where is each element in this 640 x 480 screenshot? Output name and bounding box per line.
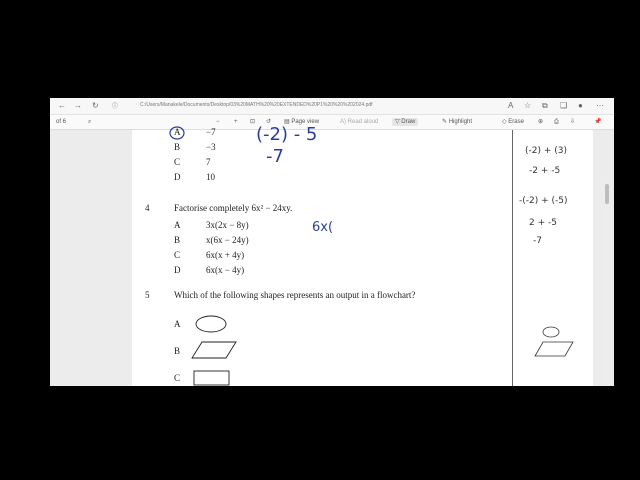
option-letter: C	[174, 373, 181, 383]
parallelogram-shape	[191, 341, 237, 359]
refresh-icon[interactable]: ↻	[92, 101, 99, 111]
option-value: −7	[206, 127, 216, 137]
highlight-button[interactable]: ✎ Highlight	[442, 118, 472, 126]
address-bar: ← → ↻ ⓘ C:/Users/Manakele/Documents/Desk…	[50, 98, 614, 115]
zoom-in-icon[interactable]: +	[234, 118, 238, 126]
option-value: 7	[206, 157, 211, 167]
margin-ink: -(-2) + (-5)	[519, 196, 568, 206]
margin-ink: (-2) + (3)	[525, 146, 568, 156]
option-value: x(6x − 24y)	[206, 235, 249, 245]
option-value: 3x(2x − 8y)	[206, 220, 249, 230]
oval-shape	[195, 315, 227, 333]
answer-circle-mark	[169, 126, 185, 140]
ink-margin-panel[interactable]: (-2) + (3) -2 + -5 -(-2) + (-5) 2 + -5 -…	[512, 130, 593, 386]
question-text: Which of the following shapes represents…	[174, 290, 416, 300]
scrollbar[interactable]	[604, 182, 610, 386]
option-letter: B	[174, 235, 181, 245]
erase-button[interactable]: ◇ Erase	[502, 118, 524, 126]
add-text-icon[interactable]: ⊕	[538, 118, 543, 126]
option-value: −3	[206, 142, 216, 152]
option-letter: A	[174, 220, 181, 230]
save-icon[interactable]: ⇩	[570, 118, 575, 126]
question-text: Factorise completely 6x² − 24xy.	[174, 203, 293, 213]
back-icon[interactable]: ←	[58, 101, 66, 111]
option-letter: A	[174, 319, 181, 329]
margin-ink: 2 + -5	[529, 218, 557, 228]
ink-annotation: 6x(	[312, 220, 334, 235]
option-value: 10	[206, 172, 215, 182]
question-number: 4	[145, 203, 150, 213]
profile-icon[interactable]: ●	[578, 101, 583, 111]
read-aloud-label: Read aloud	[347, 119, 379, 125]
draw-label: Draw	[401, 119, 416, 125]
option-letter: D	[174, 172, 181, 182]
print-icon[interactable]: ⎙	[554, 118, 559, 126]
collections-icon[interactable]: ❏	[560, 101, 567, 111]
draw-button[interactable]: ▽ Draw	[392, 118, 419, 126]
extensions-icon[interactable]: ⧉	[542, 101, 548, 111]
fit-page-icon[interactable]: ⊡	[250, 118, 255, 126]
margin-ink: -2 + -5	[529, 166, 561, 176]
ink-annotation: -7	[266, 146, 284, 167]
zoom-out-icon[interactable]: −	[216, 118, 220, 126]
url-text[interactable]: C:/Users/Manakele/Documents/Desktop/03%2…	[140, 102, 373, 108]
option-letter: D	[174, 265, 181, 275]
browser-window: ← → ↻ ⓘ C:/Users/Manakele/Documents/Desk…	[50, 98, 614, 386]
document-area[interactable]: A −7 B −3 C 7 D 10 4 Factorise completel…	[50, 124, 614, 386]
more-icon[interactable]: ⋯	[596, 101, 604, 111]
scrollbar-thumb[interactable]	[605, 184, 609, 204]
option-letter: B	[174, 346, 181, 356]
option-letter: C	[174, 157, 181, 167]
ink-annotation: (-2) - 5	[256, 124, 318, 145]
highlight-label: Highlight	[448, 119, 473, 125]
rectangle-shape	[193, 370, 230, 386]
question-number: 5	[145, 290, 150, 300]
erase-label: Erase	[508, 119, 524, 125]
option-letter: B	[174, 142, 181, 152]
search-icon[interactable]: ⌕	[88, 118, 91, 126]
forward-icon[interactable]: →	[74, 101, 82, 111]
pdf-toolbar: of 6 ⌕ − + ⊡ ↺ ▤ Page view A) Read aloud…	[50, 115, 614, 130]
file-icon: ⓘ	[112, 104, 119, 110]
margin-ink: -7	[533, 236, 542, 246]
pdf-page: A −7 B −3 C 7 D 10 4 Factorise completel…	[132, 124, 512, 386]
favorite-icon[interactable]: ☆	[524, 101, 531, 111]
option-value: 6x(x + 4y)	[206, 250, 245, 260]
margin-sketch-shapes	[534, 326, 574, 357]
read-aloud-button[interactable]: A) Read aloud	[340, 118, 378, 126]
pin-icon[interactable]: 📌	[594, 118, 601, 126]
page-counter: of 6	[56, 119, 67, 125]
read-mode-icon[interactable]: A	[508, 101, 513, 111]
option-value: 6x(x − 4y)	[206, 265, 245, 275]
option-letter: C	[174, 250, 181, 260]
